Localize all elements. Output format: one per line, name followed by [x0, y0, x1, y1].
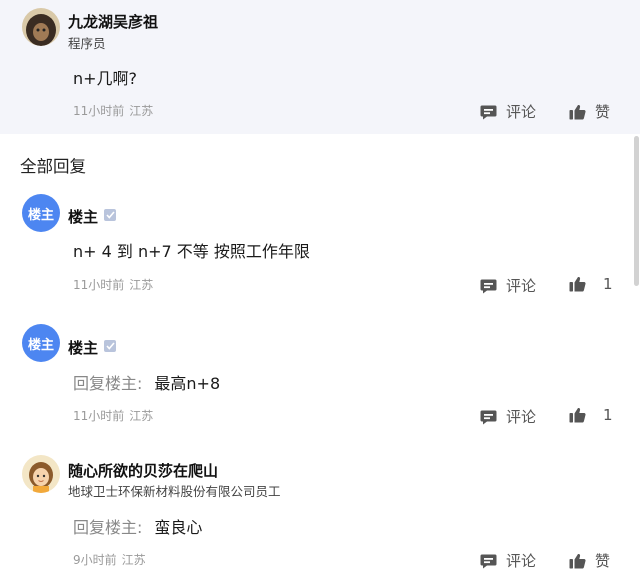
like-label: 赞 — [595, 103, 611, 121]
reply-username[interactable]: 随心所欲的贝莎在爬山 — [68, 460, 218, 481]
op-avatar[interactable]: 楼主 — [22, 324, 60, 362]
like-button[interactable]: 1 — [569, 275, 613, 293]
like-button[interactable]: 1 — [569, 406, 613, 424]
op-user-title: 程序员 — [68, 36, 106, 51]
reply-content: n+ 4 到 n+7 不等 按照工作年限 — [73, 238, 310, 262]
comment-button[interactable]: 评论 — [480, 550, 536, 571]
thumbs-up-icon — [569, 407, 586, 423]
thumbs-up-icon — [569, 553, 586, 568]
verified-badge-icon — [104, 340, 116, 352]
timestamp: 11小时前 — [73, 409, 125, 423]
comment-button[interactable]: 评论 — [480, 275, 536, 296]
reply-text: 蛮良心 — [154, 518, 203, 537]
thumbs-up-icon — [569, 276, 586, 292]
reply-username[interactable]: 楼主 — [68, 337, 98, 358]
reply-user-title: 地球卫士环保新材料股份有限公司员工 — [68, 484, 281, 499]
comment-label: 评论 — [506, 277, 537, 295]
reply-prefix[interactable]: 回复楼主: — [73, 374, 142, 393]
op-username[interactable]: 九龙湖吴彦祖 — [68, 11, 158, 32]
comment-button[interactable]: 评论 — [480, 101, 536, 122]
verified-badge-icon — [104, 209, 116, 221]
comment-icon — [480, 279, 497, 293]
location: 江苏 — [129, 278, 154, 292]
location: 江苏 — [129, 409, 154, 423]
op-meta: 11小时前 江苏 — [73, 102, 153, 119]
reply-username[interactable]: 楼主 — [68, 206, 98, 227]
like-count: 1 — [603, 275, 613, 293]
comment-label: 评论 — [506, 552, 537, 570]
reply-prefix[interactable]: 回复楼主: — [73, 518, 142, 537]
comment-button[interactable]: 评论 — [480, 406, 536, 427]
scrollbar[interactable] — [634, 136, 639, 286]
comment-icon — [480, 554, 497, 568]
comment-label: 评论 — [506, 103, 537, 121]
all-replies-title: 全部回复 — [20, 157, 86, 176]
reply-content: 回复楼主: 最高n+8 — [73, 370, 220, 394]
timestamp: 9小时前 — [73, 553, 117, 567]
comment-label: 评论 — [506, 408, 537, 426]
reply-text: 最高n+8 — [154, 374, 221, 393]
location: 江苏 — [121, 553, 146, 567]
thumbs-up-icon — [569, 104, 586, 119]
like-count: 1 — [603, 406, 613, 424]
op-avatar[interactable]: 楼主 — [22, 194, 60, 232]
reply-content: 回复楼主: 蛮良心 — [73, 514, 202, 538]
like-button[interactable]: 赞 — [569, 101, 610, 122]
reply-text: n+ 4 到 n+7 不等 按照工作年限 — [73, 242, 310, 261]
reply-meta: 11小时前 江苏 — [73, 276, 153, 293]
reply-meta: 9小时前 江苏 — [73, 551, 146, 568]
user-avatar[interactable] — [22, 455, 60, 493]
op-content: n+几啊? — [73, 69, 138, 88]
timestamp: 11小时前 — [73, 278, 125, 292]
like-button[interactable]: 赞 — [569, 550, 610, 571]
timestamp: 11小时前 — [73, 104, 125, 118]
location: 江苏 — [129, 104, 154, 118]
like-label: 赞 — [595, 552, 611, 570]
user-avatar[interactable] — [22, 8, 60, 46]
reply-meta: 11小时前 江苏 — [73, 407, 153, 424]
comment-icon — [480, 105, 497, 119]
comment-icon — [480, 410, 497, 424]
